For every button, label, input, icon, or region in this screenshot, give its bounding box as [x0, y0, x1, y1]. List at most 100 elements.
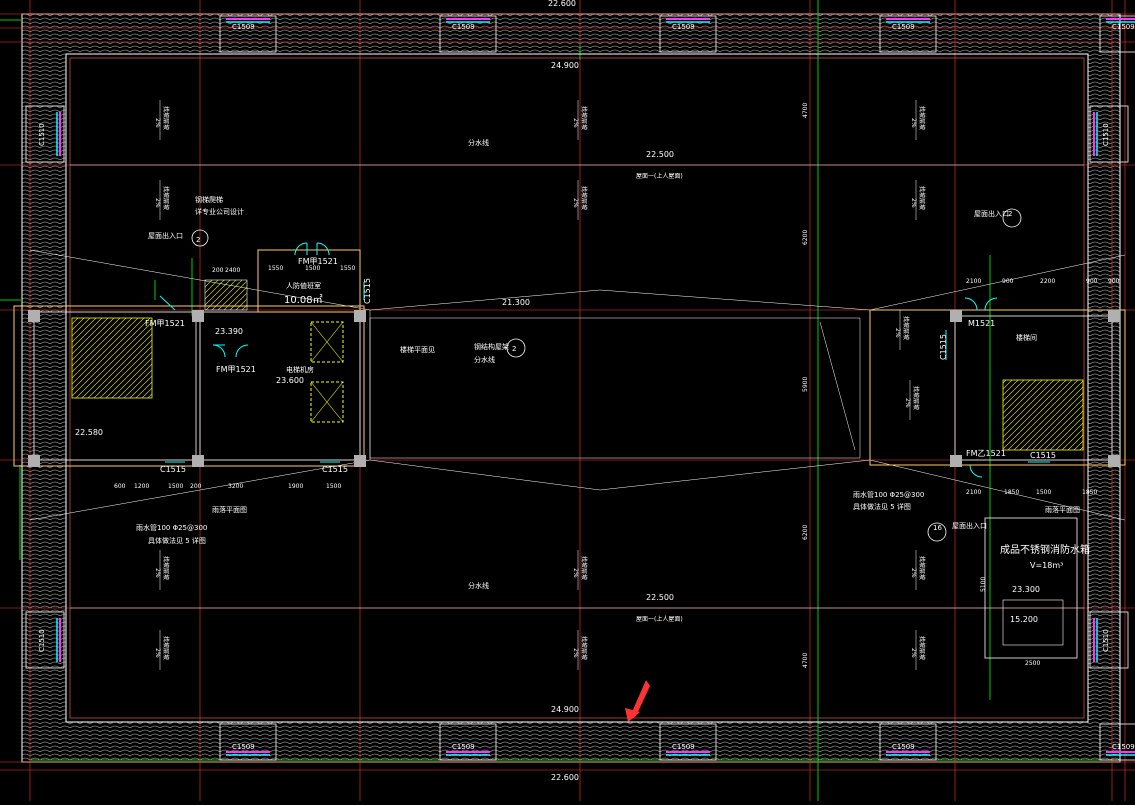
- dim-r1: 2100: [966, 278, 981, 285]
- svg-text:2%: 2%: [910, 118, 917, 128]
- dim-d10: 1500: [168, 483, 183, 490]
- svg-text:2%: 2%: [154, 648, 161, 658]
- machine-room-area: 10.08㎡: [284, 294, 323, 306]
- window-label: C1509: [232, 23, 255, 31]
- window-label: C1510: [1102, 629, 1110, 652]
- dim-d11: 200: [190, 483, 202, 490]
- red-arrow-pointer: [625, 680, 650, 722]
- split-line-top: 分水线: [468, 138, 489, 147]
- split-line-bottom: 分水线: [468, 581, 489, 590]
- bubble-1: 2: [196, 236, 200, 244]
- left-note: 雨水管100 Φ25@300: [136, 523, 207, 532]
- roof-top-label: 屋面一(上人屋面): [636, 172, 683, 180]
- dim-d14: 1500: [326, 483, 341, 490]
- dim-r4: 900: [1086, 278, 1098, 285]
- svg-text:找坡层坡: 找坡层坡: [580, 186, 588, 210]
- slope-marker: 2% 找坡层坡: [894, 310, 910, 350]
- dim-r9: 1850: [1082, 489, 1097, 496]
- window-label: C1510: [38, 123, 46, 146]
- roof-drain-note: 屋面出入口: [148, 231, 183, 240]
- svg-text:找坡层坡: 找坡层坡: [918, 106, 926, 130]
- window-label: C1509: [672, 23, 695, 31]
- stair-hatch-left: [71, 317, 153, 399]
- left-note-2: 具体做法见 5 详图: [148, 536, 206, 545]
- svg-text:2%: 2%: [910, 648, 917, 658]
- slope-marker: 2% 找坡层坡: [910, 100, 926, 140]
- dim-v4: 6200: [802, 525, 809, 540]
- svg-text:找坡层坡: 找坡层坡: [912, 386, 920, 410]
- right-stair-block: [869, 309, 1126, 659]
- tank-top-elev: 23.300: [1012, 585, 1040, 594]
- door-right-bottom: FM乙1521: [966, 449, 1006, 458]
- doors: [159, 242, 1050, 478]
- dim-d12: 3200: [228, 483, 243, 490]
- svg-text:找坡层坡: 找坡层坡: [162, 186, 170, 210]
- parapet-bottom-elev: 24.900: [551, 705, 579, 714]
- dim-r8: 1500: [1036, 489, 1051, 496]
- window-label: C1510: [38, 629, 46, 652]
- cutout-c5: C1515: [939, 334, 948, 360]
- svg-text:2%: 2%: [572, 648, 579, 658]
- stair-left-elev: 23.600: [276, 376, 304, 385]
- right-room-label: 楼梯间: [1016, 333, 1037, 342]
- svg-text:2%: 2%: [904, 398, 911, 408]
- svg-text:找坡层坡: 找坡层坡: [580, 636, 588, 660]
- bubble-4: 16: [933, 524, 942, 532]
- dim-d1: 200: [212, 267, 224, 274]
- bubble-2: 2: [512, 345, 516, 353]
- mid-top-elev: 21.300: [502, 298, 530, 307]
- door-fm-left: FM甲1521: [216, 365, 256, 374]
- svg-text:找坡层坡: 找坡层坡: [580, 556, 588, 580]
- side-windows: C1510 C1510 C1510 C1510: [25, 105, 1129, 669]
- window-label: C1509: [452, 743, 475, 751]
- svg-text:找坡层坡: 找坡层坡: [162, 556, 170, 580]
- dim-r3: 2200: [1040, 278, 1055, 285]
- cutout-c4: C1515: [363, 278, 372, 304]
- left-room-elev: 23.390: [215, 327, 243, 336]
- grid-lines: [0, 0, 1135, 801]
- window-label: C1509: [1112, 23, 1135, 31]
- dim-v5: 4700: [802, 653, 809, 668]
- svg-text:2%: 2%: [894, 328, 901, 338]
- dim-d5: 1550: [340, 265, 355, 272]
- slope-marker: 2% 找坡层坡: [910, 630, 926, 670]
- slope-marker: 2% 找坡层坡: [154, 180, 170, 220]
- window-label: C1509: [892, 743, 915, 751]
- right-note-2: 屋面出入口: [952, 521, 987, 530]
- window-label: C1509: [892, 23, 915, 31]
- dim-d9: 1200: [134, 483, 149, 490]
- svg-text:找坡层坡: 找坡层坡: [918, 556, 926, 580]
- svg-text:2%: 2%: [910, 198, 917, 208]
- rain-plan-ref: 雨落平面图: [212, 505, 247, 514]
- tank-title: 成品不锈钢消防水箱: [1000, 543, 1090, 556]
- top-ridge-elev: 22.600: [548, 0, 576, 8]
- tank-sub: V=18m³: [1030, 561, 1063, 570]
- slope-marker: 2% 找坡层坡: [904, 380, 920, 420]
- bubble-3: 2: [1008, 210, 1012, 218]
- roof-bottom-label: 屋面一(上人屋面): [636, 615, 683, 623]
- parapet-top-elev: 24.900: [551, 61, 579, 70]
- door-right-top: M1521: [968, 319, 995, 328]
- cad-drawing-canvas[interactable]: C1509 C1509 C1509 C1509 C1509 C1509 C1509 C150…: [0, 0, 1135, 801]
- svg-text:2%: 2%: [572, 198, 579, 208]
- svg-text:找坡层坡: 找坡层坡: [162, 106, 170, 130]
- mid-level-bottom: 22.500: [646, 593, 674, 602]
- dim-d4: 1500: [305, 265, 320, 272]
- cutout-c3: C1515: [1030, 451, 1056, 460]
- dim-d2: 2400: [225, 267, 240, 274]
- window-label: C1509: [452, 23, 475, 31]
- dim-r5: 900: [1108, 278, 1120, 285]
- stair-floor-left-elev: 22.580: [75, 428, 103, 437]
- svg-text:2%: 2%: [572, 568, 579, 578]
- stair-hatch-right: [1002, 379, 1084, 451]
- dim-r6: 2100: [966, 489, 981, 496]
- roof-plan-drawing[interactable]: C1509 C1509 C1509 C1509 C1509 C1509 C1509 C150…: [0, 0, 1135, 801]
- svg-text:2%: 2%: [154, 198, 161, 208]
- labels: 22.600 24.900 24.900 22.600 23.390 23.60…: [75, 0, 1120, 782]
- stair-plan-ref: 楼梯平面见: [400, 345, 435, 354]
- door-fm-mid: FM甲1521: [145, 319, 185, 328]
- building-label: 钢结构屋架: [474, 342, 509, 351]
- dim-r7: 1850: [1004, 489, 1019, 496]
- svg-text:找坡层坡: 找坡层坡: [918, 636, 926, 660]
- svg-text:2%: 2%: [910, 568, 917, 578]
